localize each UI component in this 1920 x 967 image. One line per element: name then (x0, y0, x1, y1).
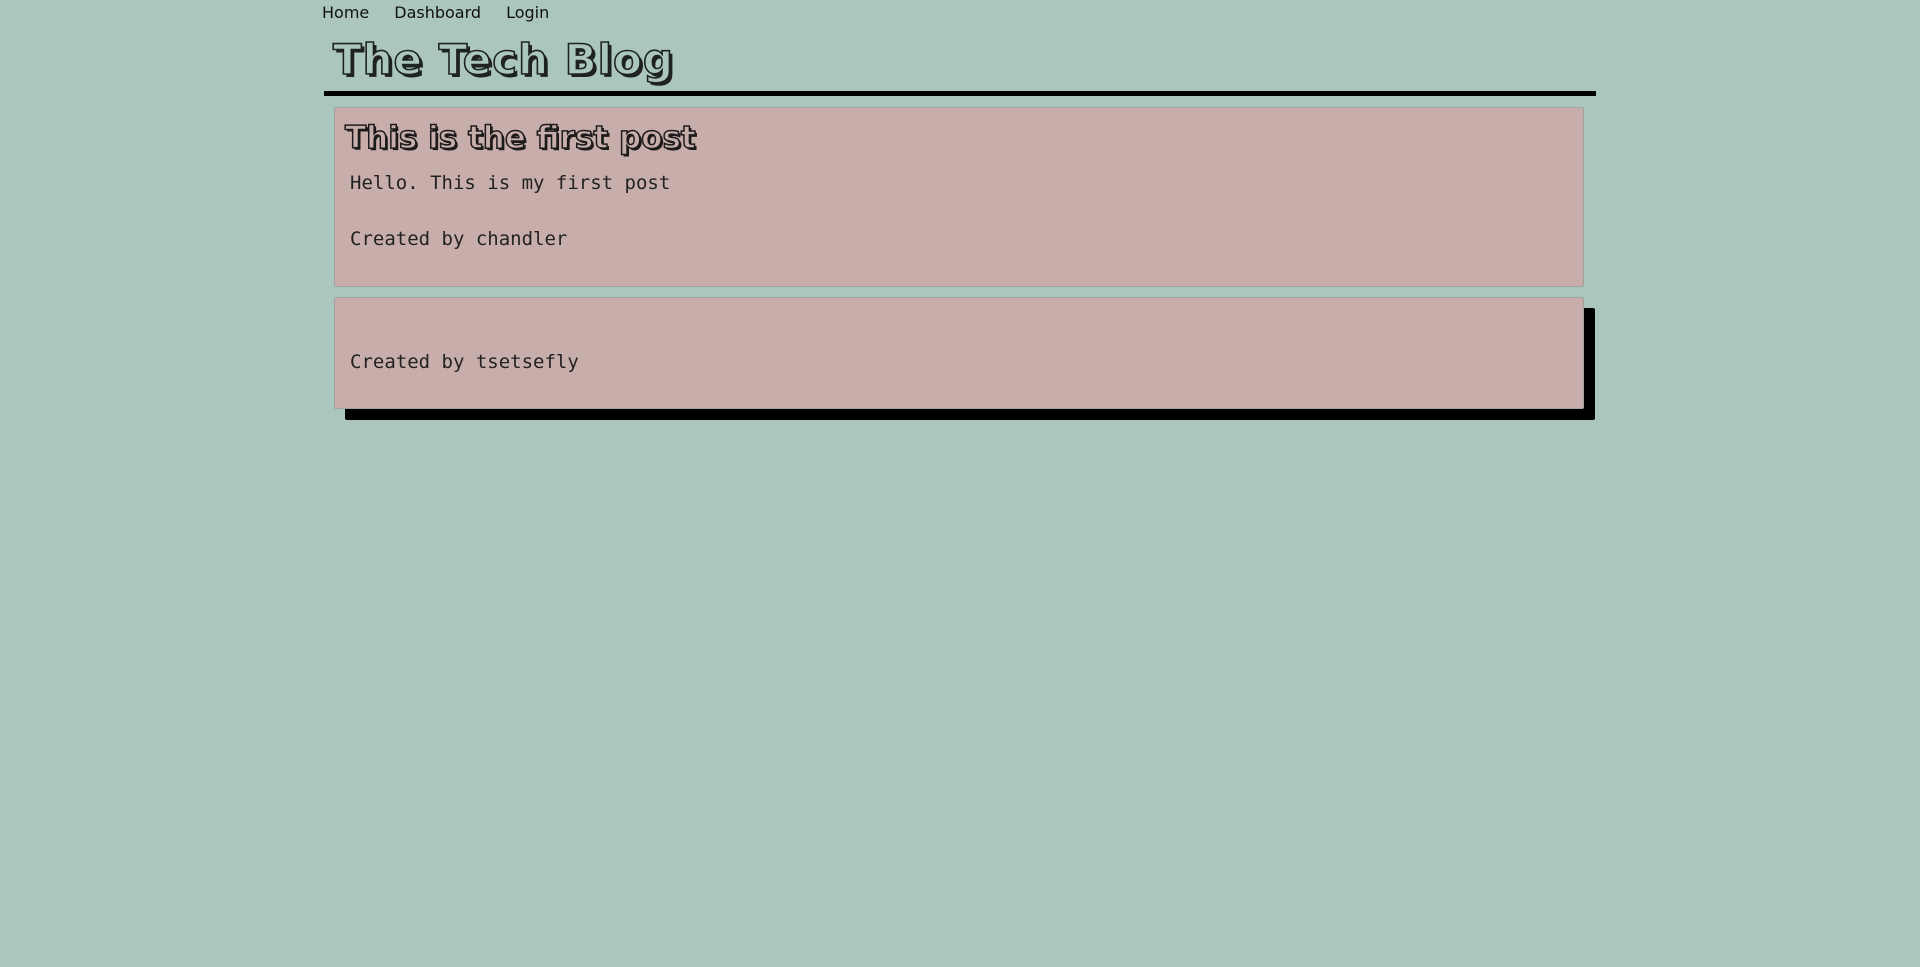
nav-login-link[interactable]: Login (506, 3, 549, 23)
post-title[interactable]: This is the first post (344, 118, 696, 158)
site-title[interactable]: The Tech Blog (332, 32, 674, 88)
nav-home-link[interactable]: Home (322, 3, 369, 23)
post-card[interactable]: This is the first post Hello. This is my… (334, 107, 1584, 287)
post-card[interactable]: Created by tsetsefly (334, 297, 1584, 409)
top-nav: Home Dashboard Login (322, 3, 549, 23)
nav-dashboard-link[interactable]: Dashboard (394, 3, 481, 23)
post-body: Hello. This is my first post (350, 172, 671, 194)
header-divider (324, 91, 1596, 96)
post-author: Created by tsetsefly (350, 351, 579, 373)
post-author: Created by chandler (350, 228, 568, 250)
